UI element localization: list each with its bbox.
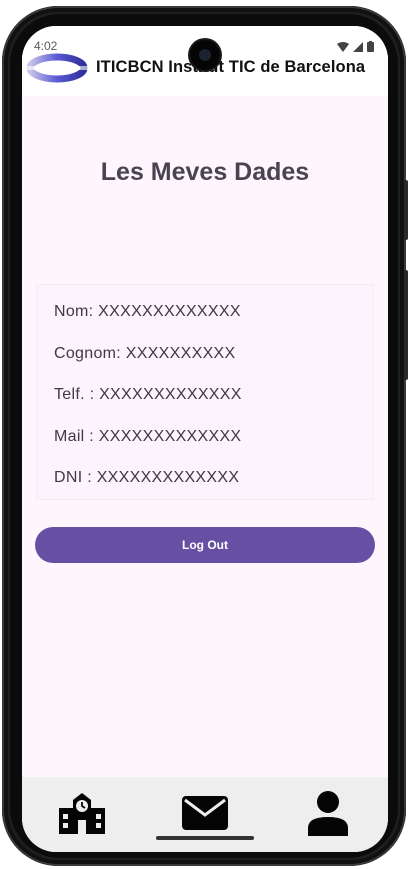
page-title: Les Meves Dades xyxy=(100,158,310,186)
front-camera xyxy=(190,40,220,70)
field-nom: Nom: XXXXXXXXXXXXX xyxy=(54,303,241,320)
nav-item-mail[interactable] xyxy=(175,789,235,837)
mail-icon xyxy=(182,796,228,830)
field-telf: Telf. : XXXXXXXXXXXXX xyxy=(54,386,242,403)
status-icons xyxy=(337,41,374,52)
person-icon xyxy=(308,791,348,836)
battery-icon xyxy=(367,41,374,52)
field-mail: Mail : XXXXXXXXXXXXX xyxy=(54,428,242,445)
home-indicator xyxy=(156,836,254,840)
iticbcn-logo-icon xyxy=(26,53,88,83)
nav-item-school[interactable] xyxy=(52,789,112,837)
app-screen: 4:02 ITICBCN Institut TIC de Barcelona L… xyxy=(22,26,388,852)
power-button xyxy=(404,180,408,240)
bottom-nav xyxy=(22,777,388,852)
school-icon xyxy=(59,793,105,834)
signal-icon xyxy=(353,41,363,52)
nav-item-profile[interactable] xyxy=(298,789,358,837)
field-dni: DNI : XXXXXXXXXXXXX xyxy=(54,469,240,486)
status-time: 4:02 xyxy=(34,39,58,53)
field-cognom: Cognom: XXXXXXXXXX xyxy=(54,345,236,362)
volume-button xyxy=(404,270,408,380)
header-title: ITICBCN Institut TIC de Barcelona xyxy=(96,58,366,76)
wifi-icon xyxy=(337,41,349,52)
logout-button[interactable]: Log Out xyxy=(35,527,375,563)
profile-card: Nom: XXXXXXXXXXXXX Cognom: XXXXXXXXXX Te… xyxy=(36,284,374,500)
